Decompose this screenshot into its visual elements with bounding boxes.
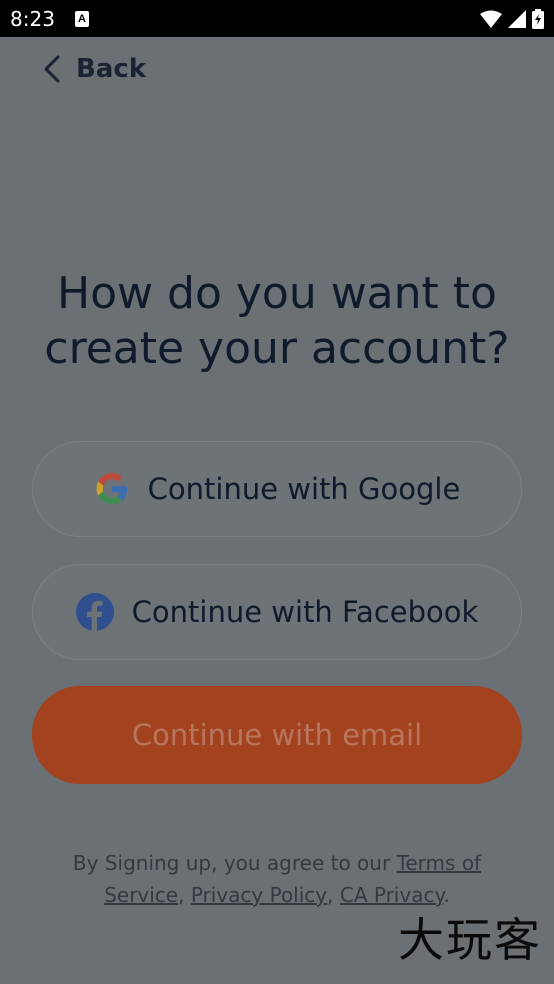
google-button-label: Continue with Google — [147, 472, 461, 506]
continue-with-google-button[interactable]: Continue with Google — [32, 441, 522, 537]
facebook-logo-icon — [75, 593, 114, 631]
accessibility-notification-icon: A — [74, 10, 89, 27]
legal-separator-2: , — [327, 883, 340, 907]
title-line-1: How do you want to — [57, 268, 497, 319]
status-bar: 8:23 A — [0, 0, 554, 37]
battery-icon — [532, 8, 544, 29]
continue-with-email-button[interactable]: Continue with email — [32, 686, 522, 784]
back-label: Back — [76, 54, 147, 84]
continue-with-facebook-button[interactable]: Continue with Facebook — [32, 564, 522, 660]
wifi-icon — [480, 10, 502, 28]
title-line-2: create your account? — [44, 323, 510, 374]
status-icons — [480, 8, 544, 29]
legal-prefix: By Signing up, you agree to our — [72, 851, 397, 875]
back-button[interactable]: Back — [42, 54, 146, 84]
page-title: How do you want to create your account? — [0, 266, 554, 376]
facebook-button-label: Continue with Facebook — [131, 595, 479, 629]
watermark: 大玩客 — [398, 913, 542, 967]
privacy-policy-link[interactable]: Privacy Policy — [191, 883, 327, 907]
email-button-label: Continue with email — [131, 718, 423, 752]
legal-separator-1: , — [178, 883, 191, 907]
google-logo-icon — [96, 473, 127, 504]
status-time: 8:23 — [10, 6, 55, 31]
cellular-signal-icon — [508, 9, 526, 28]
legal-disclaimer: By Signing up, you agree to our Terms of… — [40, 847, 514, 911]
chevron-left-icon — [44, 55, 60, 83]
